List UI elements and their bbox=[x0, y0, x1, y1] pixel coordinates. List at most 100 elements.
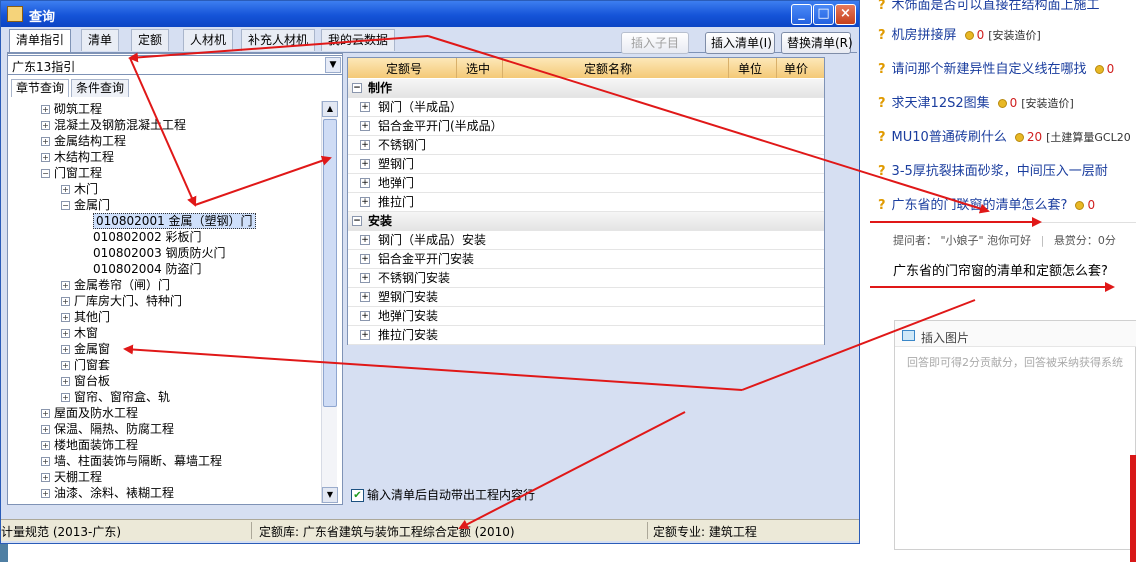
grid-row[interactable]: + 地弹门安装 bbox=[348, 307, 824, 326]
tree-node[interactable]: + 木窗 bbox=[61, 325, 98, 341]
expand-icon[interactable]: + bbox=[360, 254, 370, 264]
tree-node[interactable]: 010802001 金属（塑钢）门 bbox=[93, 213, 256, 229]
expand-icon[interactable]: + bbox=[61, 345, 70, 354]
expand-icon[interactable]: + bbox=[41, 121, 50, 130]
expand-icon[interactable]: + bbox=[41, 473, 50, 482]
expand-icon[interactable]: + bbox=[41, 441, 50, 450]
tree-node[interactable]: + 砌筑工程 bbox=[41, 101, 102, 117]
expand-icon[interactable]: + bbox=[360, 330, 370, 340]
question-title[interactable]: 机房拼接屏 bbox=[892, 28, 957, 43]
scroll-down-icon[interactable]: ▼ bbox=[322, 487, 338, 503]
tab-supplement-material[interactable]: 补充人材机 bbox=[241, 29, 316, 51]
grid-row[interactable]: + 钢门（半成品）安装 bbox=[348, 231, 824, 250]
expand-icon[interactable]: + bbox=[61, 185, 70, 194]
grid-row[interactable]: + 铝合金平开门(半成品） bbox=[348, 117, 824, 136]
tab-labor-material-machine[interactable]: 人材机 bbox=[183, 29, 234, 51]
tree-node[interactable]: + 天棚工程 bbox=[41, 469, 102, 485]
expand-icon[interactable]: + bbox=[61, 393, 70, 402]
col-price[interactable]: 单价 bbox=[784, 60, 808, 77]
expand-icon[interactable]: + bbox=[360, 178, 370, 188]
tree-node[interactable]: + 木门 bbox=[61, 181, 98, 197]
expand-icon[interactable]: + bbox=[360, 273, 370, 283]
replace-list-button[interactable]: 替换清单(R) bbox=[781, 32, 853, 54]
guide-select[interactable]: 广东13指引 ▼ bbox=[7, 55, 343, 75]
grid-row[interactable]: + 地弹门 bbox=[348, 174, 824, 193]
question-item[interactable]: ? 求天津12S2图集 0 [安装造价] bbox=[878, 92, 1074, 112]
tree-node[interactable]: + 窗帘、窗帘盒、轨 bbox=[61, 389, 170, 405]
image-icon[interactable] bbox=[902, 330, 915, 341]
expand-icon[interactable]: + bbox=[360, 311, 370, 321]
grid-row[interactable]: + 不锈钢门安装 bbox=[348, 269, 824, 288]
question-item[interactable]: ? 广东省的门联窗的清单怎么套? 0 bbox=[878, 194, 1095, 214]
expand-icon[interactable]: + bbox=[360, 121, 370, 131]
tab-quota[interactable]: 定额 bbox=[131, 29, 170, 51]
col-unit[interactable]: 单位 bbox=[738, 60, 762, 77]
tree-node[interactable]: + 金属窗 bbox=[61, 341, 110, 357]
grid-group-row[interactable]: − 制作 bbox=[348, 79, 824, 98]
tab-cloud-data[interactable]: 我的云数据 bbox=[321, 29, 396, 51]
col-selected[interactable]: 选中 bbox=[466, 60, 490, 77]
expand-icon[interactable]: + bbox=[41, 425, 50, 434]
expand-icon[interactable]: + bbox=[360, 140, 370, 150]
tree-node[interactable]: + 窗台板 bbox=[61, 373, 110, 389]
expand-icon[interactable]: + bbox=[61, 361, 70, 370]
expand-icon[interactable]: + bbox=[61, 297, 70, 306]
tree-node[interactable]: − 门窗工程 bbox=[41, 165, 102, 181]
collapse-icon[interactable]: − bbox=[352, 216, 362, 226]
grid-row[interactable]: + 钢门（半成品） bbox=[348, 98, 824, 117]
expand-icon[interactable]: + bbox=[61, 329, 70, 338]
question-title[interactable]: 求天津12S2图集 bbox=[892, 96, 990, 111]
tab-list[interactable]: 清单 bbox=[81, 29, 120, 51]
tree-node[interactable]: 010802004 防盗门 bbox=[93, 261, 202, 277]
tree-node[interactable]: − 金属门 bbox=[61, 197, 110, 213]
question-title[interactable]: MU10普通砖刷什么 bbox=[892, 130, 1007, 145]
question-tag[interactable]: [安装造价] bbox=[988, 29, 1041, 42]
grid-row[interactable]: + 塑钢门安装 bbox=[348, 288, 824, 307]
question-tag[interactable]: [土建算量GCL20 bbox=[1046, 131, 1131, 144]
insert-image-button[interactable]: 插入图片 bbox=[921, 329, 969, 346]
question-title[interactable]: 3-5厚抗裂抹面砂浆，中间压入一层耐 bbox=[892, 164, 1108, 179]
tree-node[interactable]: + 金属卷帘（闸）门 bbox=[61, 277, 170, 293]
insert-sub-button[interactable]: 插入子目 bbox=[621, 32, 689, 54]
tree-node[interactable]: + 厂库房大门、特种门 bbox=[61, 293, 182, 309]
collapse-icon[interactable]: − bbox=[41, 169, 50, 178]
expand-icon[interactable]: + bbox=[61, 281, 70, 290]
check-icon[interactable]: ✔ bbox=[351, 489, 364, 502]
expand-icon[interactable]: + bbox=[360, 235, 370, 245]
question-title[interactable]: 请问那个新建异性自定义线在哪找 bbox=[892, 62, 1087, 77]
grid-row[interactable]: + 推拉门安装 bbox=[348, 326, 824, 345]
tree-node[interactable]: + 其他门 bbox=[61, 309, 110, 325]
tree-node[interactable]: + 楼地面装饰工程 bbox=[41, 437, 138, 453]
expand-icon[interactable]: + bbox=[41, 409, 50, 418]
question-item[interactable]: ? 3-5厚抗裂抹面砂浆，中间压入一层耐 bbox=[878, 160, 1108, 180]
expand-icon[interactable]: + bbox=[41, 489, 50, 498]
minimize-button[interactable]: _ bbox=[791, 4, 812, 25]
col-quota-no[interactable]: 定额号 bbox=[386, 60, 422, 77]
expand-icon[interactable]: + bbox=[61, 313, 70, 322]
expand-icon[interactable]: + bbox=[360, 159, 370, 169]
tree-node[interactable]: 010802002 彩板门 bbox=[93, 229, 202, 245]
insert-list-button[interactable]: 插入清单(I) bbox=[705, 32, 775, 54]
close-button[interactable]: × bbox=[835, 4, 856, 25]
expand-icon[interactable]: + bbox=[61, 377, 70, 386]
collapse-icon[interactable]: − bbox=[352, 83, 362, 93]
maximize-button[interactable]: □ bbox=[813, 4, 834, 25]
tab-condition-query[interactable]: 条件查询 bbox=[71, 79, 130, 97]
tree-node[interactable]: + 混凝土及钢筋混凝土工程 bbox=[41, 117, 186, 133]
question-item[interactable]: ? MU10普通砖刷什么 20 [土建算量GCL20 bbox=[878, 126, 1131, 146]
tab-list-guide[interactable]: 清单指引 bbox=[9, 29, 72, 53]
expand-icon[interactable]: + bbox=[360, 102, 370, 112]
grid-group-row[interactable]: − 安装 bbox=[348, 212, 824, 231]
question-tag[interactable]: [安装造价] bbox=[1021, 97, 1074, 110]
tree-node[interactable]: + 墙、柱面装饰与隔断、幕墙工程 bbox=[41, 453, 222, 469]
title-bar[interactable]: 查询 _ □ × bbox=[1, 1, 859, 27]
question-title[interactable]: 广东省的门联窗的清单怎么套? bbox=[892, 198, 1068, 213]
expand-icon[interactable]: + bbox=[41, 105, 50, 114]
grid-row[interactable]: + 不锈钢门 bbox=[348, 136, 824, 155]
question-item[interactable]: ? 机房拼接屏 0 [安装造价] bbox=[878, 24, 1041, 44]
grid-row[interactable]: + 推拉门 bbox=[348, 193, 824, 212]
tree-node[interactable]: 010802003 钢质防火门 bbox=[93, 245, 226, 261]
asker-name[interactable]: "小娘子" 泡你可好 bbox=[941, 234, 1032, 247]
tree-node[interactable]: + 门窗套 bbox=[61, 357, 110, 373]
question-item[interactable]: ? 请问那个新建异性自定义线在哪找 0 bbox=[878, 58, 1114, 78]
